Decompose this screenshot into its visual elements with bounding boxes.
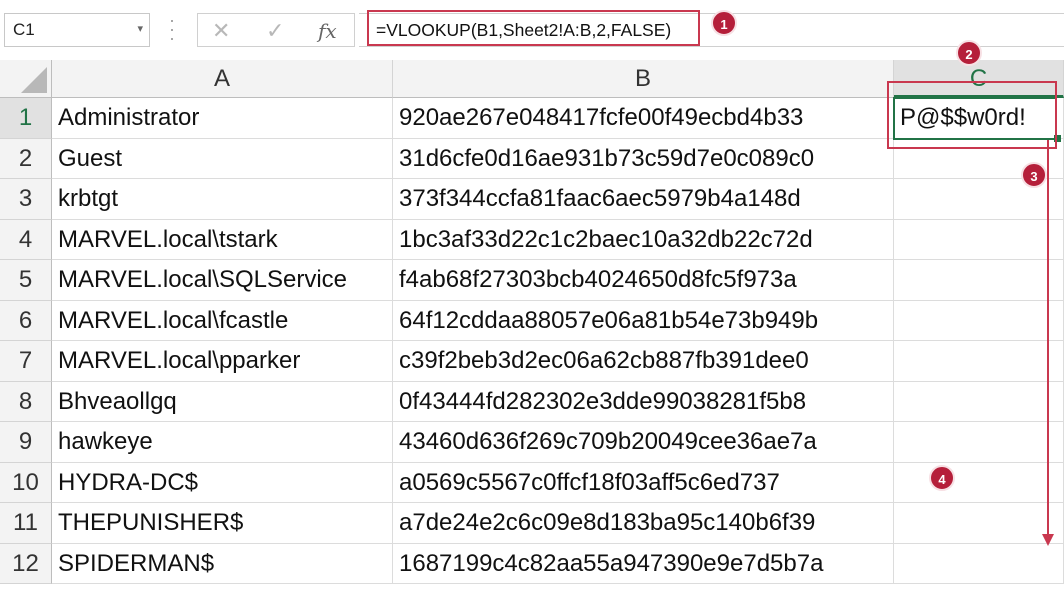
cell-b10[interactable]: a0569c5567c0ffcf18f03aff5c6ed737 bbox=[393, 462, 894, 503]
row-header-8[interactable]: 8 bbox=[0, 381, 52, 422]
cell-c9[interactable] bbox=[894, 422, 1064, 463]
cell-c5[interactable] bbox=[894, 260, 1064, 301]
cell-b6[interactable]: 64f12cddaa88057e06a81b54e73b949b bbox=[393, 300, 894, 341]
cell-a2[interactable]: Guest bbox=[52, 138, 393, 179]
callout-badge-3: 3 bbox=[1021, 162, 1047, 188]
cell-b9[interactable]: 43460d636f269c709b20049cee36ae7a bbox=[393, 422, 894, 463]
row-header-12[interactable]: 12 bbox=[0, 543, 52, 584]
row-header-6[interactable]: 6 bbox=[0, 300, 52, 341]
cell-a5[interactable]: MARVEL.local\SQLService bbox=[52, 260, 393, 301]
chevron-down-icon[interactable]: ▾ bbox=[137, 22, 143, 35]
row-header-11[interactable]: 11 bbox=[0, 503, 52, 544]
row-header-5[interactable]: 5 bbox=[0, 260, 52, 301]
cell-a9[interactable]: hawkeye bbox=[52, 422, 393, 463]
cell-c4[interactable] bbox=[894, 219, 1064, 260]
cell-a1[interactable]: Administrator bbox=[52, 98, 393, 139]
cell-a8[interactable]: Bhveaollgq bbox=[52, 381, 393, 422]
name-box-value: C1 bbox=[13, 20, 35, 39]
cell-b11[interactable]: a7de24e2c6c09e8d183ba95c140b6f39 bbox=[393, 503, 894, 544]
callout-badge-4: 4 bbox=[929, 465, 955, 491]
cell-a11[interactable]: THEPUNISHER$ bbox=[52, 503, 393, 544]
cell-b5[interactable]: f4ab68f27303bcb4024650d8fc5f973a bbox=[393, 260, 894, 301]
cell-c12[interactable] bbox=[894, 543, 1064, 584]
cell-b2[interactable]: 31d6cfe0d16ae931b73c59d7e0c089c0 bbox=[393, 138, 894, 179]
cell-c7[interactable] bbox=[894, 341, 1064, 382]
row-header-9[interactable]: 9 bbox=[0, 422, 52, 463]
row-header-10[interactable]: 10 bbox=[0, 462, 52, 503]
cell-a3[interactable]: krbtgt bbox=[52, 179, 393, 220]
cell-c6[interactable] bbox=[894, 300, 1064, 341]
insert-function-icon[interactable]: fx bbox=[318, 19, 337, 43]
formula-highlight bbox=[367, 10, 700, 46]
row-header-2[interactable]: 2 bbox=[0, 138, 52, 179]
arrow-down-icon bbox=[1042, 534, 1054, 546]
cell-c11[interactable] bbox=[894, 503, 1064, 544]
row-header-1[interactable]: 1 bbox=[0, 98, 52, 139]
row-header-3[interactable]: 3 bbox=[0, 179, 52, 220]
cell-b3[interactable]: 373f344ccfa81faac6aec5979b4a148d bbox=[393, 179, 894, 220]
cell-a12[interactable]: SPIDERMAN$ bbox=[52, 543, 393, 584]
cell-b8[interactable]: 0f43444fd282302e3dde99038281f5b8 bbox=[393, 381, 894, 422]
cell-c10[interactable] bbox=[894, 462, 1064, 503]
cancel-icon[interactable]: ✕ bbox=[212, 18, 230, 44]
column-header-b[interactable]: B bbox=[393, 60, 894, 98]
cell-c8[interactable] bbox=[894, 381, 1064, 422]
cell-a10[interactable]: HYDRA-DC$ bbox=[52, 462, 393, 503]
cell-b4[interactable]: 1bc3af33d22c1c2baec10a32db22c72d bbox=[393, 219, 894, 260]
cell-b7[interactable]: c39f2beb3d2ec06a62cb887fb391dee0 bbox=[393, 341, 894, 382]
cell-a4[interactable]: MARVEL.local\tstark bbox=[52, 219, 393, 260]
check-icon[interactable]: ✓ bbox=[266, 18, 284, 44]
formula-buttons: ✕ ✓ fx bbox=[197, 13, 355, 47]
cell-a6[interactable]: MARVEL.local\fcastle bbox=[52, 300, 393, 341]
cell-a7[interactable]: MARVEL.local\pparker bbox=[52, 341, 393, 382]
select-all-button[interactable] bbox=[0, 60, 52, 98]
separator-icon: · · · bbox=[169, 10, 175, 48]
cell-b1[interactable]: 920ae267e048417fcfe00f49ecbd4b33 bbox=[393, 98, 894, 139]
cell-c1-highlight bbox=[887, 81, 1057, 149]
fill-down-arrow-line bbox=[1047, 140, 1049, 536]
row-header-4[interactable]: 4 bbox=[0, 219, 52, 260]
name-box[interactable]: C1 ▾ bbox=[4, 13, 150, 47]
callout-badge-1: 1 bbox=[711, 10, 737, 36]
row-header-7[interactable]: 7 bbox=[0, 341, 52, 382]
cell-b12[interactable]: 1687199c4c82aa55a947390e9e7d5b7a bbox=[393, 543, 894, 584]
column-header-a[interactable]: A bbox=[52, 60, 393, 98]
callout-badge-2: 2 bbox=[956, 40, 982, 66]
